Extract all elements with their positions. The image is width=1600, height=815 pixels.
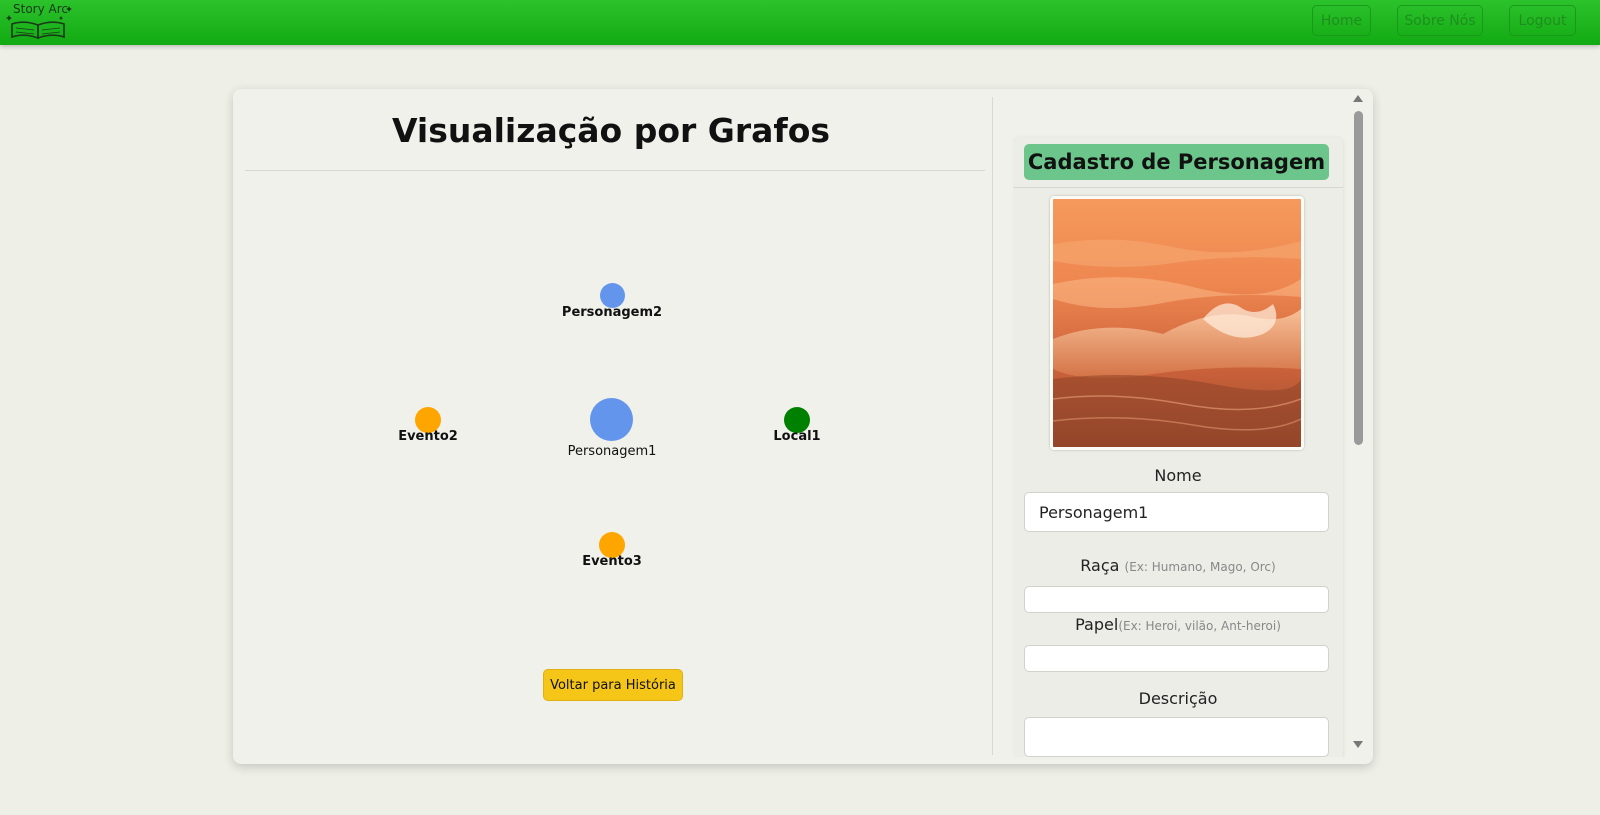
graph-node-label: Evento2 [398,429,458,444]
character-form: Cadastro de Personagem Nome Personagem1 … [1013,137,1343,757]
main-card: Visualização por Grafos Personagem2 Pers… [233,89,1373,764]
graph-node-personagem1[interactable] [590,398,633,441]
descricao-label: Descrição [1138,689,1218,708]
raca-label: Raça [1080,556,1120,575]
scroll-down-icon[interactable] [1353,741,1363,748]
nome-input[interactable]: Personagem1 [1024,492,1329,532]
descricao-input[interactable] [1024,717,1329,757]
page-title: Visualização por Grafos [391,111,831,150]
raca-input[interactable] [1024,586,1329,613]
graph-node-label: Evento3 [582,554,642,569]
nav-sobre-nos-button[interactable]: Sobre Nós [1397,5,1483,36]
character-photo[interactable] [1050,196,1304,450]
story-arc-logo[interactable]: Story Arc [4,2,76,40]
voltar-para-historia-button[interactable]: Voltar para História [543,669,683,701]
papel-label-row: Papel(Ex: Heroi, vilão, Ant-heroi) [1013,615,1343,634]
nome-label: Nome [1154,466,1202,485]
raca-hint: (Ex: Humano, Mago, Orc) [1124,560,1276,574]
form-header-divider [1013,187,1343,188]
panel-divider [992,97,993,755]
graph-node-label: Personagem1 [567,444,657,459]
papel-label: Papel [1075,615,1119,634]
title-divider [245,170,985,171]
graph-node-label: Personagem2 [561,305,663,320]
form-scrollbar[interactable] [1351,93,1365,753]
nav-home-button[interactable]: Home [1312,5,1371,36]
papel-input[interactable] [1024,645,1329,672]
logo-text: Story Arc [13,2,68,16]
papel-hint: (Ex: Heroi, vilão, Ant-heroi) [1118,619,1281,633]
nav-logout-button[interactable]: Logout [1509,5,1576,36]
form-panel: Cadastro de Personagem Nome Personagem1 … [1013,89,1369,757]
scroll-thumb[interactable] [1354,111,1363,445]
graph-node-label: Local1 [773,429,821,444]
raca-label-row: Raça (Ex: Humano, Mago, Orc) [1013,556,1343,575]
ocean-wave-photo-icon [1053,199,1301,447]
scroll-up-icon[interactable] [1353,95,1363,102]
form-header: Cadastro de Personagem [1024,144,1329,180]
top-navbar: Story Arc Home Sobre Nós Logout [0,0,1600,45]
graph-panel: Visualização por Grafos Personagem2 Pers… [233,89,993,764]
